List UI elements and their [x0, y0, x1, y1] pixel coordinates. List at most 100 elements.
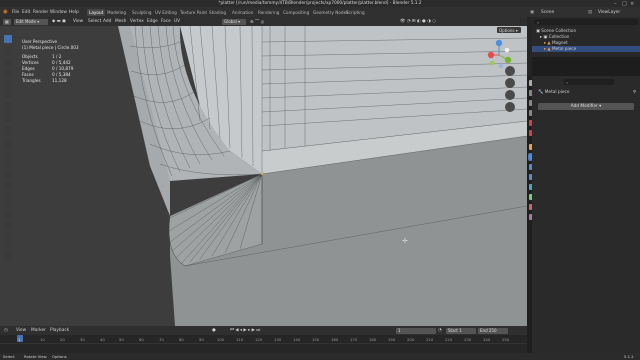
blender-logo-icon[interactable]: ◉: [3, 9, 8, 15]
options-button[interactable]: Options ▾: [497, 27, 521, 33]
outliner-search[interactable]: ⌕: [534, 19, 638, 25]
loop-cut-icon[interactable]: [4, 171, 12, 179]
stat-value: 0 / 10,879: [52, 66, 74, 71]
3d-viewport[interactable]: ✛ User Perspective (1) Metal piece | Cir…: [0, 26, 527, 326]
end-frame-field[interactable]: End 250: [478, 327, 508, 334]
scene-selector[interactable]: Scene: [541, 10, 554, 15]
transform-icon[interactable]: [4, 89, 12, 97]
knife-icon[interactable]: [4, 181, 12, 189]
object-name[interactable]: Metal piece: [545, 90, 570, 95]
y-axis-icon: [504, 56, 512, 64]
menu-add[interactable]: Add: [103, 19, 111, 24]
object-name-row: 🔧 Metal piece: [538, 90, 570, 95]
timeline-menu-view[interactable]: View: [16, 328, 26, 333]
timeline-editor-icon[interactable]: ◷: [4, 328, 8, 333]
menu-window[interactable]: Window: [50, 10, 67, 15]
editor-type-icon[interactable]: ▦: [3, 18, 11, 25]
outliner-metal-piece[interactable]: ▸ ▲ Metal piece: [532, 46, 640, 52]
frame-tick: 50: [119, 337, 124, 342]
mesh-render: ✛: [118, 26, 527, 326]
timeline[interactable]: 1 10 20 30 40 50 60 70 80 90 100 110 120…: [0, 335, 527, 353]
menu-file[interactable]: File: [12, 10, 19, 15]
timeline-divider: [0, 343, 527, 344]
menu-view[interactable]: View: [73, 19, 83, 24]
tab-compositing[interactable]: Compositing: [281, 9, 311, 16]
select-mode-icons[interactable]: ◆ ▬ ◼: [52, 19, 66, 24]
timeline-menu-marker[interactable]: Marker: [31, 328, 46, 333]
tab-rendering[interactable]: Rendering: [256, 9, 281, 16]
menu-mesh[interactable]: Mesh: [115, 19, 126, 24]
tab-sculpting[interactable]: Sculpting: [130, 9, 154, 16]
view-layer-icon: ▤: [588, 9, 593, 15]
rip-icon[interactable]: [4, 251, 12, 259]
select-box-icon[interactable]: [4, 35, 12, 43]
start-frame-field[interactable]: Start 1: [446, 327, 476, 334]
wrench-icon: 🔧: [538, 90, 545, 95]
frame-tick: 170: [350, 337, 358, 342]
title-bar: *platter [/run/media/tommy/4TB/Blender/p…: [0, 0, 640, 7]
bevel-icon[interactable]: [4, 161, 12, 169]
search-icon: ⌕: [537, 19, 540, 25]
spin-icon[interactable]: [4, 201, 12, 209]
frame-tick: 40: [100, 337, 105, 342]
record-icon[interactable]: ●: [212, 328, 216, 333]
tab-modeling[interactable]: Modeling: [105, 9, 128, 16]
pin-icon[interactable]: ⚲: [633, 90, 636, 95]
orientation-label: Global: [224, 19, 237, 24]
view-layer-selector[interactable]: ViewLayer: [598, 10, 620, 15]
frame-tick: 150: [312, 337, 320, 342]
tab-shading[interactable]: Shading: [207, 9, 228, 16]
menu-help[interactable]: Help: [69, 10, 79, 15]
tab-animation[interactable]: Animation: [230, 9, 255, 16]
properties-search[interactable]: ⌕: [564, 79, 614, 85]
pivot-icon[interactable]: ⊕ ⌒ ◎: [250, 19, 264, 25]
timeline-menu-playback[interactable]: Playback: [50, 328, 69, 333]
tab-texture-paint[interactable]: Texture Paint: [178, 9, 209, 16]
frame-tick: 130: [274, 337, 282, 342]
perspective-icon[interactable]: [505, 102, 515, 112]
menu-render[interactable]: Render: [33, 10, 48, 15]
playback-controls[interactable]: ⏮ ◀ ◂ ▶ ▸ ▶ ⏭: [230, 328, 260, 333]
menu-edit[interactable]: Edit: [22, 10, 30, 15]
tab-uv-editing[interactable]: UV Editing: [153, 9, 179, 16]
camera-icon[interactable]: [505, 90, 515, 100]
visibility-icons[interactable]: 👁 ◔ ⊞ ◐ ● ◑ ○: [400, 19, 436, 24]
cursor-icon[interactable]: [4, 47, 12, 55]
annotate-icon[interactable]: [4, 103, 12, 111]
measure-icon[interactable]: [4, 113, 12, 121]
stat-label: Objects: [22, 54, 38, 59]
start-value: 1: [459, 328, 462, 333]
add-modifier-button[interactable]: Add Modifier ▾: [538, 103, 634, 110]
scale-icon[interactable]: [4, 79, 12, 87]
smooth-icon[interactable]: [4, 211, 12, 219]
stat-value: 0 / 5,442: [52, 60, 71, 65]
menu-face[interactable]: Face: [161, 19, 171, 24]
tab-layout[interactable]: Layout: [87, 8, 106, 16]
shrink-icon[interactable]: [4, 231, 12, 239]
mode-selector[interactable]: Edit Mode ▾: [14, 18, 48, 25]
frame-tick: 140: [293, 337, 301, 342]
zoom-icon[interactable]: [505, 66, 515, 76]
edge-slide-icon[interactable]: [4, 221, 12, 229]
poly-build-icon[interactable]: [4, 191, 12, 199]
orientation-selector[interactable]: Global ▾: [222, 18, 246, 25]
menu-uv[interactable]: UV: [174, 19, 180, 24]
menu-vertex[interactable]: Vertex: [130, 19, 144, 24]
current-frame-field[interactable]: 1: [396, 327, 436, 334]
menu-edge[interactable]: Edge: [147, 19, 158, 24]
extrude-icon[interactable]: [4, 141, 12, 149]
clock-icon: ◔: [438, 328, 442, 333]
search-icon: ⌕: [566, 79, 569, 85]
add-cube-icon[interactable]: [4, 127, 12, 135]
rotate-icon[interactable]: [4, 69, 12, 77]
collection-icon: ▸ ▣: [540, 34, 549, 39]
pan-icon[interactable]: [505, 78, 515, 88]
scene-icon: ▣: [530, 9, 535, 15]
shear-icon[interactable]: [4, 241, 12, 249]
mesh-icon: ▸ ▲: [544, 40, 552, 45]
status-select: Select: [3, 354, 15, 359]
tab-scripting[interactable]: Scripting: [344, 9, 367, 16]
move-icon[interactable]: [4, 59, 12, 67]
menu-select[interactable]: Select: [88, 19, 101, 24]
inset-icon[interactable]: [4, 151, 12, 159]
